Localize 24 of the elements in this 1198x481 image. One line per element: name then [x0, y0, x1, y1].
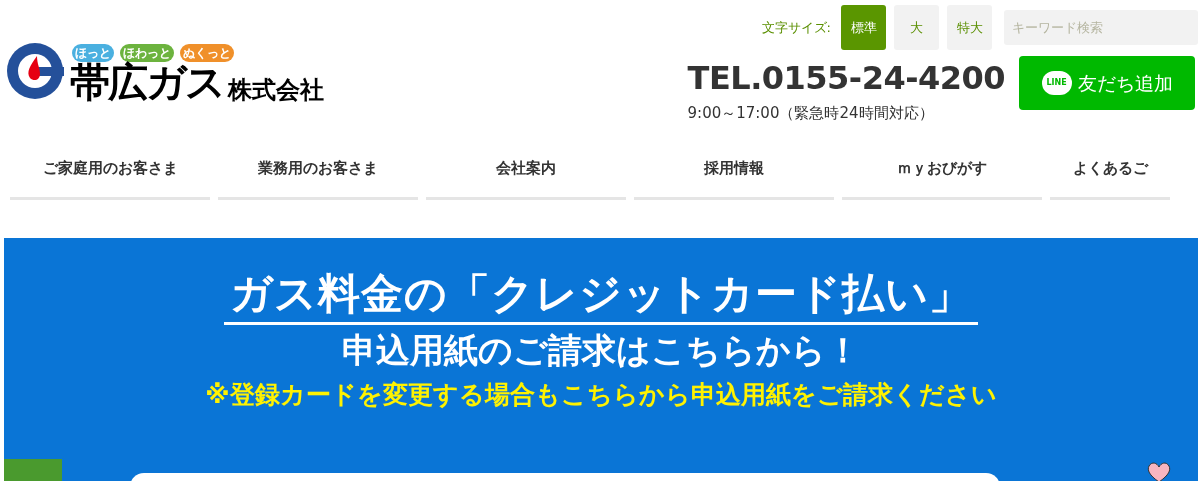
banner-note: ※登録カードを変更する場合もこちらから申込用紙をご請求ください [205, 379, 997, 411]
nav-tab[interactable]: 採用情報 [634, 140, 834, 200]
font-size-label: 文字サイズ: [761, 18, 831, 37]
font-size-button[interactable]: 特大 [947, 5, 992, 50]
gas-logo-icon [6, 42, 64, 100]
nav-tab[interactable]: ご家庭用のお客さま [10, 140, 210, 200]
search-field[interactable]: キーワード検索 [1004, 10, 1198, 45]
back-button[interactable] [4, 459, 62, 481]
banner-title: ガス料金の「クレジットカード払い」 [224, 266, 978, 325]
font-size-button[interactable]: 標準 [841, 5, 886, 50]
nav-tab[interactable]: 会社案内 [426, 140, 626, 200]
tagline: ぬくっと [180, 44, 234, 62]
nav-tab[interactable]: よくあるご [1050, 140, 1170, 200]
heart-icon [1146, 461, 1172, 481]
tagline: ほっと [72, 44, 114, 62]
nav-tab[interactable]: 業務用のお客さま [218, 140, 418, 200]
company-logo-suffix: 株式会社 [228, 78, 324, 102]
business-hours: 9:00～17:00（緊急時24時間対応） [687, 103, 935, 124]
credit-card-banner[interactable]: ガス料金の「クレジットカード払い」 申込用紙のご請求はこちらから！ ※登録カードを変更する場合もこちらから申込用紙をご請求ください [4, 238, 1198, 481]
phone-number: TEL.0155-24-4200 [687, 58, 1005, 99]
font-size-button[interactable]: 大 [894, 5, 939, 50]
nav-tab[interactable]: ｍｙおびがす [842, 140, 1042, 200]
tagline: ほわっと [120, 44, 174, 62]
banner-subtitle: 申込用紙のご請求はこちらから！ [342, 329, 860, 372]
